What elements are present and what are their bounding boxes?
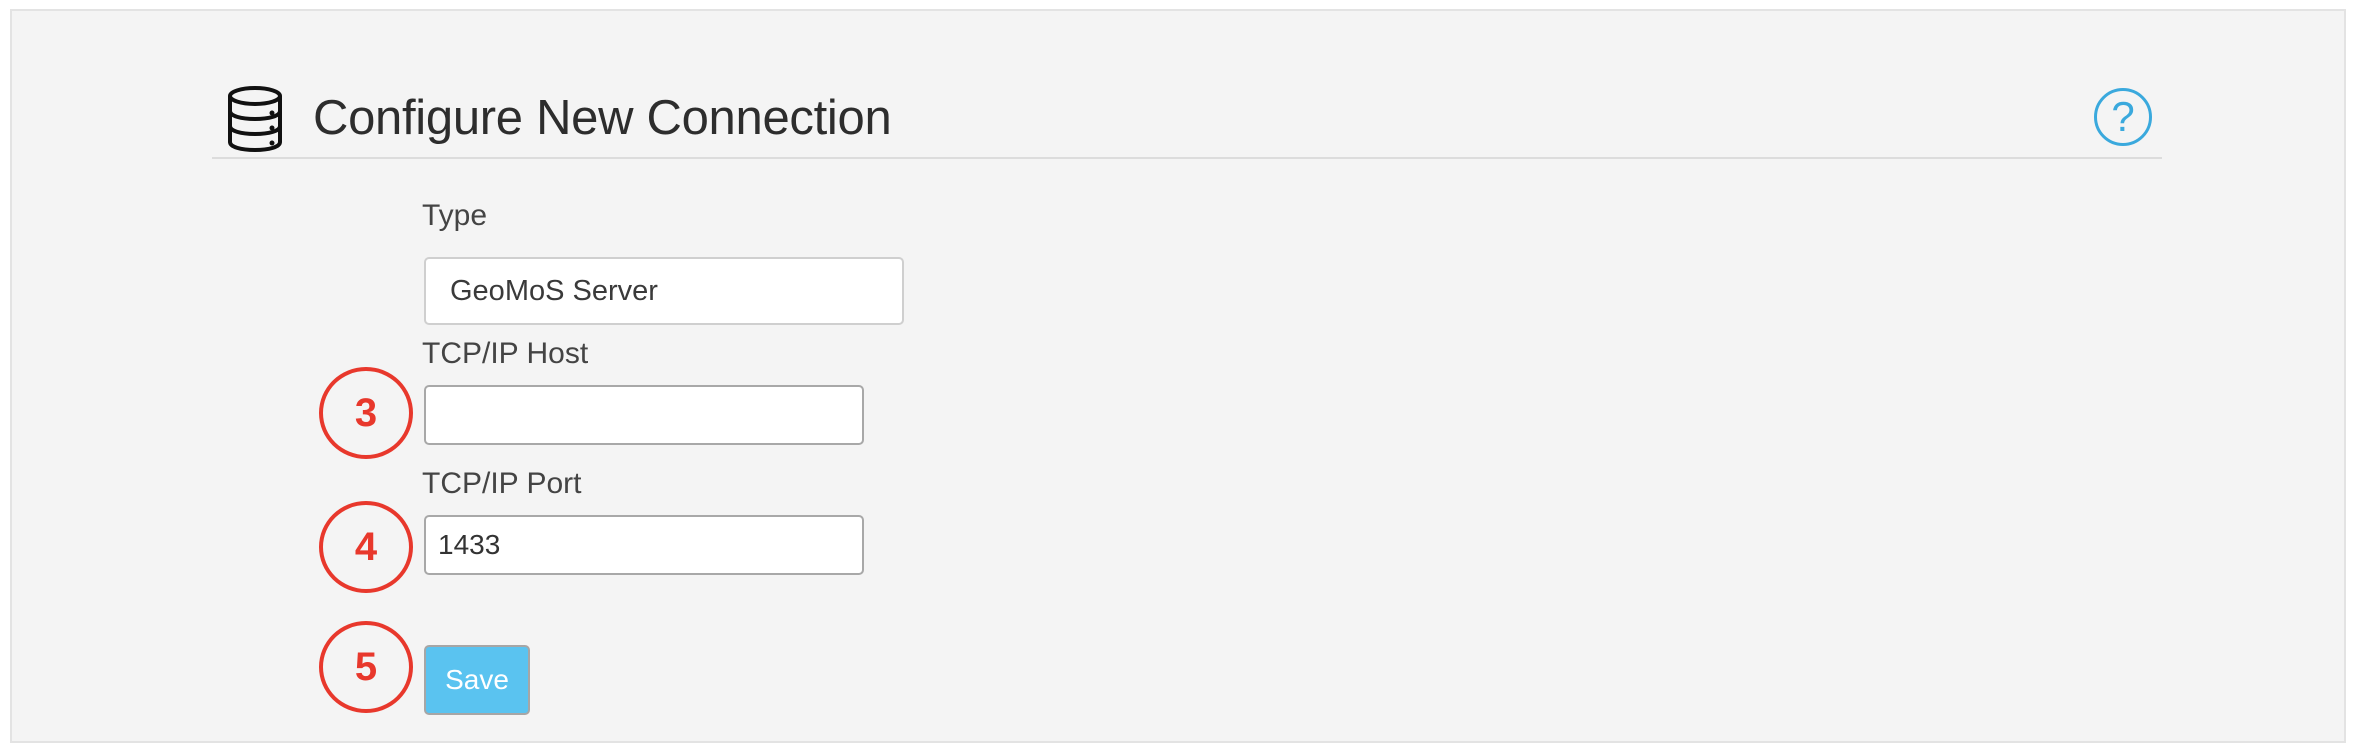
panel-header: Configure New Connection ? (212, 71, 2162, 159)
help-icon[interactable]: ? (2094, 88, 2152, 146)
tcp-ip-port-label: TCP/IP Port (422, 467, 582, 500)
tcp-ip-port-input[interactable] (424, 515, 864, 575)
type-field[interactable]: GeoMoS Server (424, 257, 904, 325)
tcp-ip-host-label: TCP/IP Host (422, 337, 589, 370)
save-button[interactable]: Save (424, 645, 530, 715)
tcp-ip-host-input[interactable] (424, 385, 864, 445)
type-label: Type (422, 199, 488, 232)
step-3-marker: 3 (319, 367, 413, 459)
database-icon (228, 86, 282, 152)
step-4-marker: 4 (319, 501, 413, 593)
step-5-marker: 5 (319, 621, 413, 713)
page-title: Configure New Connection (313, 91, 892, 145)
connection-panel: Configure New Connection ? Type GeoMoS S… (10, 9, 2346, 743)
